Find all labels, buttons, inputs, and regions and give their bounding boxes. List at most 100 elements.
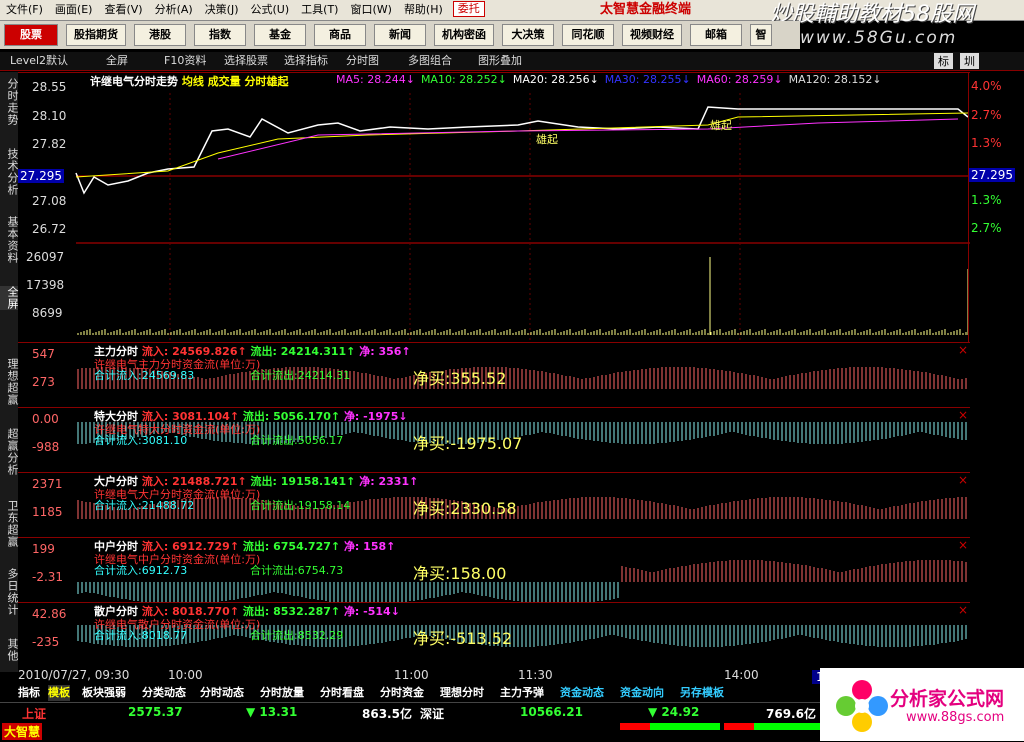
menu-item[interactable]: 帮助(H) [398,0,449,20]
menu-item[interactable]: 分析(A) [149,0,199,20]
left-vertical-tabs: 分时走势技术分析基本资料全屏理想超赢超赢分析卫东超赢多日统计其他 [0,72,19,672]
toolbar-item[interactable]: 选择股票 [224,53,268,69]
flow-axis-tick: 273 [32,375,55,389]
y-left-tick: 27.82 [32,137,67,151]
close-panel-icon[interactable]: × [958,408,968,422]
market-button[interactable]: 指数 [194,24,246,46]
market-button[interactable]: 商品 [314,24,366,46]
bottom-tab[interactable]: 理想分时 [440,685,484,701]
market-button[interactable]: 新闻 [374,24,426,46]
sz-amount: 769.6亿 [766,707,816,721]
bottom-tab[interactable]: 指标 [18,685,40,701]
bottom-tab[interactable]: 板块强弱 [82,685,126,701]
toolbar-right-button[interactable]: 圳 [960,53,979,69]
y-right-tick: 2.7% [971,108,1002,122]
capital-flow-panel: 中户分时 流入: 6912.729↑ 流出: 6754.727↑ 净: 158↑… [18,537,970,603]
time-tick: 14:00 [724,668,759,682]
menu-item[interactable]: 查看(V) [98,0,148,20]
toolbar-right-button[interactable]: 标 [934,53,953,69]
market-button[interactable]: 邮箱 [690,24,742,46]
toolbar-item[interactable]: 选择指标 [284,53,328,69]
market-button[interactable]: 大决策 [502,24,554,46]
market-button[interactable]: 股指期货 [66,24,126,46]
left-tab[interactable]: 基本资料 [0,216,19,264]
title-item-xiongqi: 分时雄起 [244,75,289,88]
xiongqi-annotation: 雄起 [536,133,558,146]
flow-axis-tick: 42.86 [32,607,67,621]
price-chart-svg [75,93,970,343]
net-buy: 净买:158.00 [413,564,507,583]
flow-out: 流出: 19158.141↑ [250,475,356,488]
market-button[interactable]: 机构密函 [434,24,494,46]
bottom-tab[interactable]: 分时动态 [200,685,244,701]
toolbar-item[interactable]: 分时图 [346,53,379,69]
market-button[interactable]: 基金 [254,24,306,46]
y-left-tick: 28.55 [32,80,67,94]
market-button[interactable]: 股票 [4,24,58,46]
left-tab[interactable]: 分时走势 [0,78,19,126]
chart-title: 许继电气分时走势 [90,75,178,88]
bottom-tab[interactable]: 主力予弹 [500,685,544,701]
vol-axis-tick: 8699 [32,306,63,320]
total-outflow: 合计流出:8532.29 [250,629,344,642]
bottom-tab[interactable]: 资金动向 [620,685,664,701]
menu-item[interactable]: 决策(J) [199,0,245,20]
toolbar-item[interactable]: F10资料 [164,53,206,69]
sz-index-label: 深证 [420,707,445,721]
toolbar-item[interactable]: 全屏 [106,53,128,69]
market-button[interactable]: 智 [750,24,772,46]
left-tab[interactable]: 其他 [0,638,19,662]
toolbar-item[interactable]: 图形叠加 [478,53,522,69]
left-tab[interactable]: 超赢分析 [0,428,19,476]
toolbar-item[interactable]: 多图组合 [408,53,452,69]
left-tab[interactable]: 理想超赢 [0,358,19,406]
close-panel-icon[interactable]: × [958,473,968,487]
net-buy: 净买:355.52 [413,369,507,388]
total-inflow: 合计流入:24569.83 [94,369,195,382]
left-tab[interactable]: 全屏 [0,286,19,310]
toolbar-item[interactable]: Level2默认 [10,53,68,69]
market-button[interactable]: 港股 [134,24,186,46]
y-right-tick: 4.0% [971,79,1002,93]
close-panel-icon[interactable]: × [958,538,968,552]
close-panel-icon[interactable]: × [958,603,968,617]
menu-item[interactable]: 画面(E) [49,0,99,20]
time-tick: 11:30 [518,668,553,682]
y-right-tick: 1.3% [971,193,1002,207]
left-tab[interactable]: 卫东超赢 [0,500,19,548]
sz-index-change: ▼ 24.92 [648,705,700,719]
bottom-tab[interactable]: 模板 [48,685,70,701]
sh-index-change: ▼ 13.31 [246,705,298,719]
sz-index-value: 10566.21 [520,705,584,719]
menu-item[interactable]: 工具(T) [295,0,344,20]
right-axis: 4.0% 2.7% 1.3% 27.295 1.3% 2.7% [968,72,1024,342]
y-left-tick: 28.10 [32,109,67,123]
left-tab[interactable]: 多日统计 [0,568,19,616]
vol-axis-tick: 17398 [26,278,65,292]
ma-legend: MA5: 28.244↓ MA10: 28.252↓ MA20: 28.256↓ MA… [336,73,888,86]
left-tab[interactable]: 技术分析 [0,148,19,196]
app-logo-button[interactable]: 大智慧 [2,723,43,740]
menu-item[interactable]: 窗口(W) [344,0,397,20]
market-button[interactable]: 视频财经 [622,24,682,46]
time-axis: 2010/07/27, 09:30 10:00 11:00 11:30 14:0… [18,668,818,684]
breadth-bar [620,723,820,730]
bottom-tab[interactable]: 另存模板 [680,685,724,701]
bottom-tab[interactable]: 分时资金 [380,685,424,701]
bottom-tab[interactable]: 分时放量 [260,685,304,701]
ma-line [217,118,959,160]
flow-axis-tick: -988 [32,440,60,454]
bottom-tab[interactable]: 资金动态 [560,685,604,701]
menu-item[interactable]: 文件(F) [0,0,49,20]
close-panel-icon[interactable]: × [958,343,968,357]
net-buy: 净买:-513.52 [413,629,513,648]
market-button[interactable]: 同花顺 [562,24,614,46]
logo-text: 分析家公式网 [890,688,1005,710]
weituo-button[interactable]: 委托 [452,1,485,17]
total-inflow: 合计流入:6912.73 [94,564,188,577]
total-outflow: 合计流出:19158.14 [250,499,351,512]
bottom-tab[interactable]: 分时看盘 [320,685,364,701]
title-item-volume: 成交量 [207,75,241,88]
menu-item[interactable]: 公式(U) [245,0,296,20]
bottom-tab[interactable]: 分类动态 [142,685,186,701]
